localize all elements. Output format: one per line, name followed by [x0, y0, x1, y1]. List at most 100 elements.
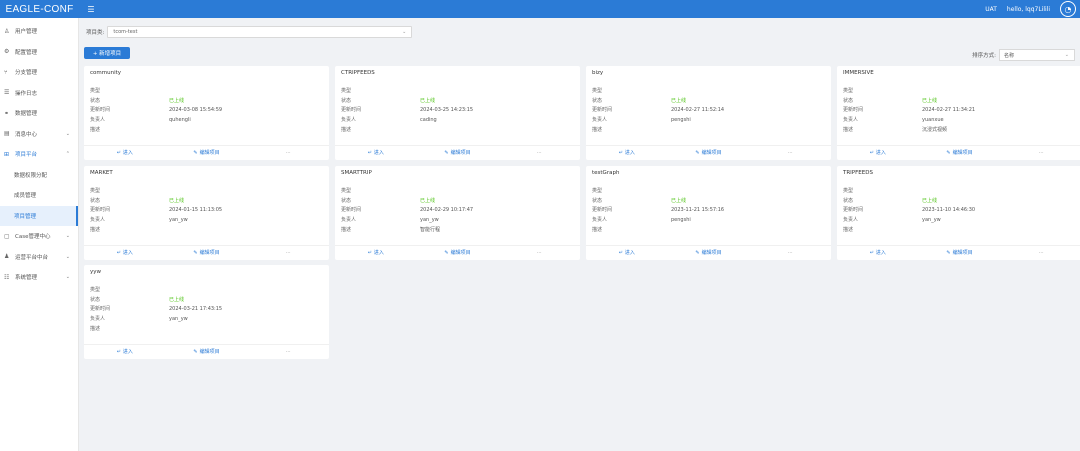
sidebar-subitem-members[interactable]: 成员管理 — [0, 185, 78, 206]
greeting-text[interactable]: hello, lqq7Lilili — [1007, 6, 1050, 13]
enter-button[interactable]: ↵ 进入 — [335, 249, 417, 257]
edit-icon: ✎ — [193, 348, 198, 355]
updated-row: 更新时间 2024-01-15 11:13:05 — [90, 205, 320, 215]
type-row: 类型 — [843, 86, 1073, 96]
field-label: 更新时间 — [341, 207, 362, 214]
enter-button[interactable]: ↵ 进入 — [837, 249, 919, 257]
field-label: 类型 — [341, 88, 352, 95]
more-button[interactable]: ··· — [1000, 150, 1080, 156]
status-row: 状态 已上线 — [90, 196, 320, 206]
enter-label: 进入 — [373, 250, 384, 256]
sidebar-item-config[interactable]: ⚙ 配置管理 — [0, 42, 78, 63]
enter-button[interactable]: ↵ 进入 — [84, 249, 166, 257]
enter-label: 进入 — [624, 250, 635, 256]
status-row: 状态 已上线 — [843, 96, 1073, 106]
more-button[interactable]: ··· — [247, 150, 329, 156]
card-actions: ↵ 进入 ✎ 编辑项目 ··· — [335, 147, 580, 158]
enter-label: 进入 — [624, 150, 635, 156]
status-row: 状态 已上线 — [90, 96, 320, 106]
enter-button[interactable]: ↵ 进入 — [84, 149, 166, 157]
edit-icon: ✎ — [444, 249, 449, 256]
desc-row: 描述 — [592, 224, 822, 234]
hamburger-icon[interactable]: ☰ — [86, 3, 96, 15]
enter-button[interactable]: ↵ 进入 — [837, 149, 919, 157]
sidebar-item-project[interactable]: ⊞ 项目平台 ⌃ — [0, 144, 78, 165]
avatar-icon[interactable]: ◔ — [1060, 1, 1076, 17]
edit-button[interactable]: ✎ 编辑项目 — [668, 149, 750, 157]
sidebar-item-message[interactable]: ▤ 消息中心 ⌄ — [0, 124, 78, 145]
card-body: 类型 状态 已上线 更新时间 2023-11-10 14:46:30 负责人 yan_… — [843, 186, 1073, 234]
edit-icon: ✎ — [444, 149, 449, 156]
updated-row: 更新时间 2023-11-21 15:57:16 — [592, 205, 822, 215]
sidebar-item-branch[interactable]: ⑂ 分支管理 — [0, 62, 78, 83]
more-button[interactable]: ··· — [247, 349, 329, 355]
enter-button[interactable]: ↵ 进入 — [586, 149, 668, 157]
card-divider — [335, 245, 580, 246]
updated-row: 更新时间 2024-03-21 17:43:15 — [90, 304, 320, 314]
owner-row: 负责人 pengshi — [592, 215, 822, 225]
card-title: CTRIPFEEDS — [341, 70, 375, 76]
edit-button[interactable]: ✎ 编辑项目 — [417, 249, 499, 257]
desc-row: 描述 沉浸式视频 — [843, 124, 1073, 134]
edit-button[interactable]: ✎ 编辑项目 — [417, 149, 499, 157]
status-badge: 已上线 — [922, 197, 938, 204]
sidebar-item-data[interactable]: ⚭ 数据管理 — [0, 103, 78, 124]
sort-select[interactable]: 名称 ⌄ — [999, 49, 1075, 61]
sidebar-item-system[interactable]: ☷ 系统管理 ⌄ — [0, 267, 78, 288]
field-label: 描述 — [90, 226, 101, 233]
more-button[interactable]: ··· — [498, 150, 580, 156]
more-button[interactable]: ··· — [247, 250, 329, 256]
card-title: community — [90, 70, 122, 76]
card-title: SMARTTRIP — [341, 170, 372, 176]
more-button[interactable]: ··· — [749, 150, 831, 156]
sidebar-item-ops[interactable]: ♟ 运营平台中台 ⌄ — [0, 247, 78, 268]
card-divider — [837, 145, 1080, 146]
field-value: 2023-11-10 14:46:30 — [922, 206, 976, 213]
sidebar-item-case[interactable]: ▢ Case管理中心 ⌄ — [0, 226, 78, 247]
project-card: MARKET 类型 状态 已上线 更新时间 2024-01-15 11:13:05 … — [84, 166, 329, 260]
enter-button[interactable]: ↵ 进入 — [586, 249, 668, 257]
field-label: 描述 — [90, 126, 101, 133]
sidebar-item-label: 操作日志 — [15, 90, 38, 97]
more-button[interactable]: ··· — [1000, 250, 1080, 256]
add-project-button[interactable]: + 新增项目 — [84, 47, 130, 59]
more-button[interactable]: ··· — [498, 250, 580, 256]
owner-row: 负责人 pengshi — [592, 115, 822, 125]
sidebar-subitem-projects[interactable]: 项目管理 — [0, 205, 78, 226]
desc-row: 描述 智能行程 — [341, 224, 571, 234]
card-actions: ↵ 进入 ✎ 编辑项目 ··· — [586, 247, 831, 258]
field-value: yan_yw — [169, 315, 188, 322]
case-icon: ▢ — [4, 232, 10, 240]
main-content: 项目类: tcom-test ⌄ + 新增项目 排序方式: 名称 ⌄ commu… — [79, 18, 1080, 451]
chevron-down-icon: ⌄ — [402, 29, 407, 35]
field-label: 更新时间 — [592, 107, 613, 114]
gear-icon: ⚙ — [4, 48, 10, 56]
project-card: yyw 类型 状态 已上线 更新时间 2024-03-21 17:43:15 负责人… — [84, 265, 329, 359]
enter-button[interactable]: ↵ 进入 — [84, 348, 166, 356]
enter-button[interactable]: ↵ 进入 — [335, 149, 417, 157]
project-type-select[interactable]: tcom-test ⌄ — [107, 26, 413, 38]
owner-row: 负责人 yan_yw — [90, 215, 320, 225]
edit-button[interactable]: ✎ 编辑项目 — [166, 149, 248, 157]
sidebar-subitem-permission[interactable]: 数据权限分配 — [0, 165, 78, 186]
edit-button[interactable]: ✎ 编辑项目 — [919, 149, 1001, 157]
edit-button[interactable]: ✎ 编辑项目 — [166, 348, 248, 356]
sidebar-item-label: 分支管理 — [15, 70, 38, 77]
sidebar-item-log[interactable]: ☰ 操作日志 — [0, 83, 78, 104]
field-value: 2024-03-25 14:23:15 — [420, 106, 474, 113]
app-logo[interactable]: EAGLE-CONF — [0, 0, 79, 18]
edit-button[interactable]: ✎ 编辑项目 — [166, 249, 248, 257]
status-badge: 已上线 — [671, 97, 687, 104]
enter-label: 进入 — [373, 150, 384, 156]
more-button[interactable]: ··· — [749, 250, 831, 256]
field-value: 沉浸式视频 — [922, 126, 948, 133]
edit-icon: ✎ — [695, 249, 700, 256]
card-title: testGraph — [592, 170, 620, 176]
field-label: 类型 — [90, 88, 101, 95]
edit-button[interactable]: ✎ 编辑项目 — [668, 249, 750, 257]
edit-button[interactable]: ✎ 编辑项目 — [919, 249, 1001, 257]
project-card: SMARTTRIP 类型 状态 已上线 更新时间 2024-02-29 10:17:… — [335, 166, 580, 260]
type-row: 类型 — [90, 86, 320, 96]
status-badge: 已上线 — [671, 197, 687, 204]
sidebar-item-users[interactable]: ♙ 用户管理 — [0, 21, 78, 42]
